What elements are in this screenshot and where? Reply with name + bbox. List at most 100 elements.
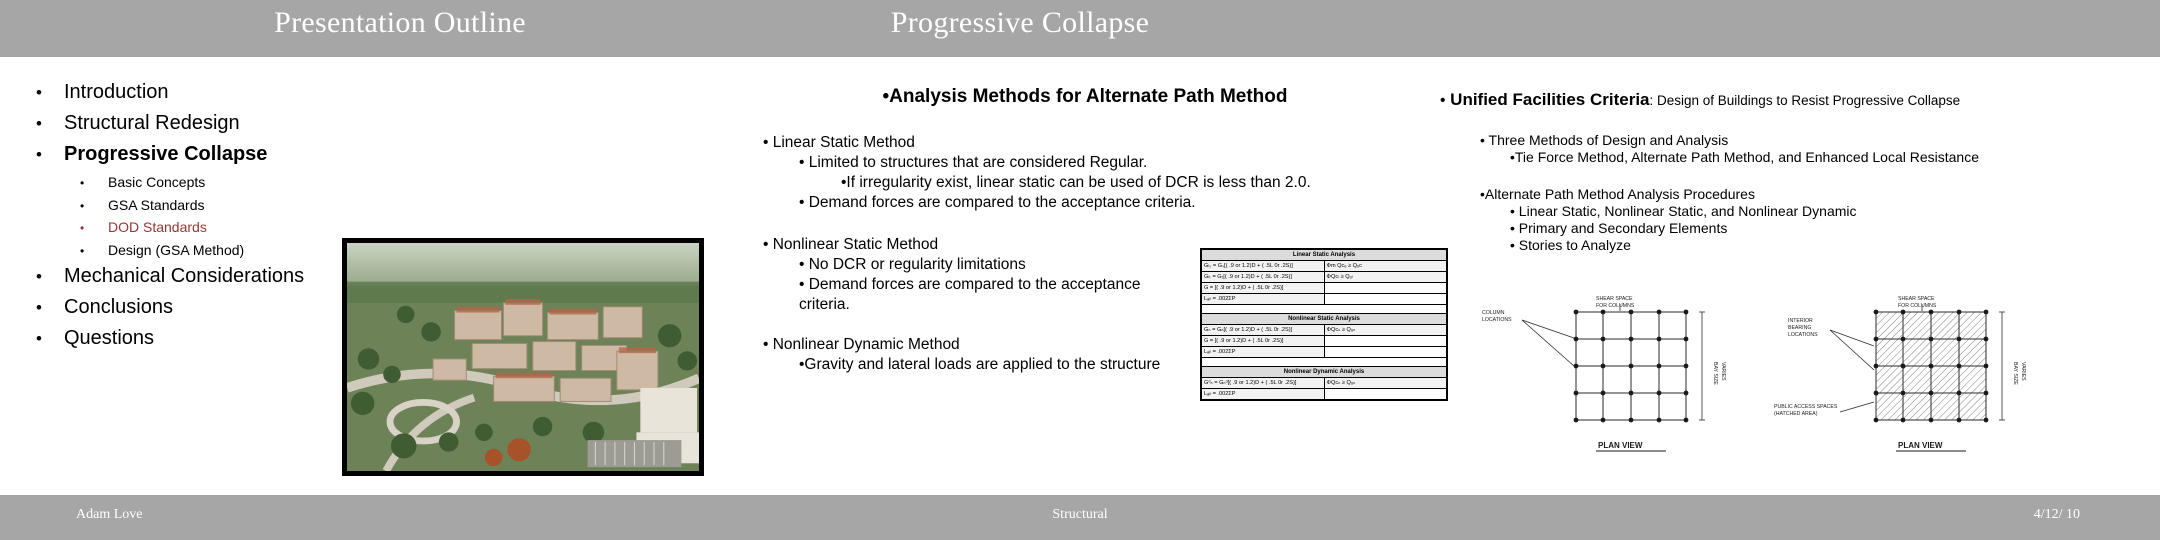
- tie-force-method-item: •Tie Force Method, Alternate Path Method…: [1510, 149, 1979, 165]
- ufc-heading-subtitle: : Design of Buildings to Resist Progress…: [1649, 93, 1961, 108]
- cell-equation: Lₐₗₗ = .002ΣP: [1201, 293, 1325, 305]
- linear-static-demand-forces-item: • Demand forces are compared to the acce…: [799, 194, 1196, 211]
- spacer-cell: [1201, 357, 1447, 367]
- analysis-equations-table: Linear Static Analysis Gₗₛ = Gₛ[( .9 or …: [1200, 248, 1448, 401]
- public-access-graphic: INTERIOR BEARING LOCATIONS SHEAR SPACE F…: [1774, 296, 2026, 452]
- table-spacer-row: [1201, 304, 1447, 314]
- outline-item-label: Conclusions: [64, 295, 173, 318]
- ufc-body: • Three Methods of Design and Analysis •…: [1440, 132, 2140, 253]
- diagram-label-public-access: PUBLIC ACCESS SPACES: [1774, 404, 1838, 410]
- bullet-icon: •: [80, 176, 85, 190]
- outline-subitem-label: DOD Standards: [108, 219, 207, 236]
- cell-equation: Lₐₗₗ = .002ΣP: [1201, 346, 1325, 358]
- spacer-cell: [1201, 304, 1447, 314]
- cell-criterion: [1323, 282, 1447, 294]
- cell-criterion: ΦQᴄₙ ≥ Qᵤₙ: [1323, 377, 1447, 389]
- plan-view-diagrams: COLUMN LOCATIONS SHEAR SPACE FOR COLUMNS…: [1470, 290, 2120, 490]
- diagram-label-bay-size-2: VARIES: [1720, 362, 1726, 381]
- cell-criterion: [1323, 293, 1447, 305]
- cell-equation: Gᵈₙ = Gₙᵈ[( .9 or 1.2)D + ( .5L 0r .2S)]: [1201, 377, 1325, 389]
- footer-date: 4/12/ 10: [2033, 507, 2080, 522]
- table-row: Gₗₛ = Gₛ[( .9 or 1.2)D + ( .5L 0r .2S)] …: [1201, 260, 1447, 272]
- three-methods-item: • Three Methods of Design and Analysis: [1480, 132, 1729, 148]
- table-row: Gₗₜ = Gₜ[( .9 or 1.2)D + ( .5L 0r .2S)] …: [1201, 271, 1447, 283]
- outline-subitem-design-gsa-method[interactable]: • Design (GSA Method): [36, 243, 366, 258]
- plan-view-column-removal-diagram: COLUMN LOCATIONS SHEAR SPACE FOR COLUMNS…: [1470, 290, 1760, 465]
- table-row: Gᵈₙ = Gₙᵈ[( .9 or 1.2)D + ( .5L 0r .2S)]…: [1201, 377, 1447, 389]
- outline-item-progressive-collapse[interactable]: • Progressive Collapse: [36, 144, 366, 165]
- diagram-label-shear-space-2: FOR COLUMNS: [1596, 303, 1635, 309]
- linear-static-limited-item: • Limited to structures that are conside…: [799, 154, 1148, 171]
- bullet-icon: •: [36, 328, 42, 348]
- slide-footer-bar: Adam Love Structural 4/12/ 10: [0, 495, 2160, 540]
- cell-criterion: ΦQᴄₙ ≥ Qᵤₙ: [1323, 324, 1447, 336]
- table-row: G = [( .9 or 1.2)D + ( .5L 0r .2S)]: [1201, 282, 1447, 294]
- cell-criterion: [1323, 388, 1447, 400]
- ufc-heading-bold: Unified Facilities Criteria: [1445, 90, 1650, 109]
- slide-title-left: Presentation Outline: [274, 6, 526, 39]
- diagram-label-plan-view: PLAN VIEW: [1898, 441, 1943, 450]
- outline-subitem-label: Basic Concepts: [108, 174, 206, 190]
- diagram-label-plan-view: PLAN VIEW: [1598, 441, 1643, 450]
- bullet-icon: •: [80, 221, 85, 236]
- bullet-icon: •: [36, 266, 42, 286]
- cell-equation: G = [( .9 or 1.2)D + ( .5L 0r .2S)]: [1201, 282, 1325, 294]
- cell-equation: Lₐₗₗ = .002ΣP: [1201, 388, 1325, 400]
- footer-section: Structural: [1052, 507, 1108, 522]
- aerial-campus-photo: [342, 238, 704, 476]
- diagram-label-bay-size: BAY SIZE: [1712, 362, 1718, 385]
- primary-secondary-elements-item: • Primary and Secondary Elements: [1510, 220, 1728, 236]
- cell-equation: G = [( .9 or 1.2)D + ( .5L 0r .2S)]: [1201, 335, 1325, 347]
- outline-subitem-basic-concepts[interactable]: • Basic Concepts: [36, 175, 366, 190]
- table-row: Lₐₗₗ = .002ΣP: [1201, 388, 1447, 400]
- ufc-criteria-block: • Unified Facilities Criteria: Design of…: [1440, 90, 2140, 254]
- diagram-label-bearing: BEARING: [1788, 325, 1811, 331]
- bullet-icon: •: [36, 145, 42, 164]
- diagram-label-shear-space: SHEAR SPACE: [1596, 296, 1633, 302]
- table-row: Lₐₗₗ = .002ΣP: [1201, 346, 1447, 358]
- ufc-heading: • Unified Facilities Criteria: Design of…: [1440, 90, 2140, 110]
- diagram-label-bay-size-2: VARIES: [2020, 362, 2026, 381]
- table-section-header-row: Linear Static Analysis: [1201, 249, 1447, 261]
- outline-item-label: Mechanical Considerations: [64, 264, 305, 287]
- outline-item-label: Progressive Collapse: [64, 143, 268, 165]
- cell-equation: Gₙ = Gₙ[( .9 or 1.2)D + ( .5L 0r .2S)]: [1201, 324, 1325, 336]
- stories-to-analyze-item: • Stories to Analyze: [1510, 237, 1631, 253]
- bullet-icon: •: [36, 114, 42, 133]
- outline-item-structural-redesign[interactable]: • Structural Redesign: [36, 113, 366, 134]
- linear-static-header: Linear Static Analysis: [1201, 249, 1447, 261]
- diagram-label-interior: INTERIOR: [1788, 318, 1813, 324]
- diagram-label-column-locations: COLUMN: [1482, 310, 1505, 316]
- table-spacer-row: [1201, 357, 1447, 367]
- cell-equation: Gₗₜ = Gₜ[( .9 or 1.2)D + ( .5L 0r .2S)]: [1201, 271, 1325, 283]
- linear-static-irregularity-item: •If irregularity exist, linear static ca…: [841, 174, 1311, 191]
- campus-photo-graphic: [347, 243, 699, 471]
- cell-criterion: [1323, 346, 1447, 358]
- nonlinear-static-header: Nonlinear Static Analysis: [1201, 313, 1447, 325]
- table-row: Lₐₗₗ = .002ΣP: [1201, 293, 1447, 305]
- nonlinear-dynamic-header: Nonlinear Dynamic Analysis: [1201, 366, 1447, 378]
- diagram-label-shear-space-2: FOR COLUMNS: [1898, 303, 1937, 309]
- outline-item-label: Structural Redesign: [64, 112, 240, 134]
- outline-subitem-gsa-standards[interactable]: • GSA Standards: [36, 196, 366, 213]
- diagram-label-column-locations-2: LOCATIONS: [1482, 317, 1512, 323]
- table-row: G = [( .9 or 1.2)D + ( .5L 0r .2S)]: [1201, 335, 1447, 347]
- cell-criterion: ΦQᴄₗ ≥ Qᵤₗ: [1323, 271, 1447, 283]
- diagram-label-bay-size: BAY SIZE: [2012, 362, 2018, 385]
- outline-item-introduction[interactable]: • Introduction: [36, 82, 366, 103]
- diagram-label-shear-space: SHEAR SPACE: [1898, 296, 1935, 302]
- outline-subitem-dod-standards[interactable]: • DOD Standards: [36, 220, 366, 235]
- presentation-slide: Presentation Outline Progressive Collaps…: [0, 0, 2160, 540]
- cell-criterion: [1323, 335, 1447, 347]
- outline-item-mechanical-considerations[interactable]: • Mechanical Considerations: [36, 264, 366, 287]
- outline-item-conclusions[interactable]: • Conclusions: [36, 295, 366, 318]
- equations-table-grid: Linear Static Analysis Gₗₛ = Gₛ[( .9 or …: [1201, 249, 1447, 400]
- bullet-icon: •: [80, 244, 85, 259]
- plan-view-public-access-diagram: INTERIOR BEARING LOCATIONS SHEAR SPACE F…: [1770, 290, 2070, 465]
- linear-static-method-item: • Linear Static Method: [763, 134, 915, 151]
- table-section-header-row: Nonlinear Dynamic Analysis: [1201, 366, 1447, 378]
- outline-item-questions[interactable]: • Questions: [36, 327, 366, 349]
- outline-subitem-label: GSA Standards: [108, 196, 205, 213]
